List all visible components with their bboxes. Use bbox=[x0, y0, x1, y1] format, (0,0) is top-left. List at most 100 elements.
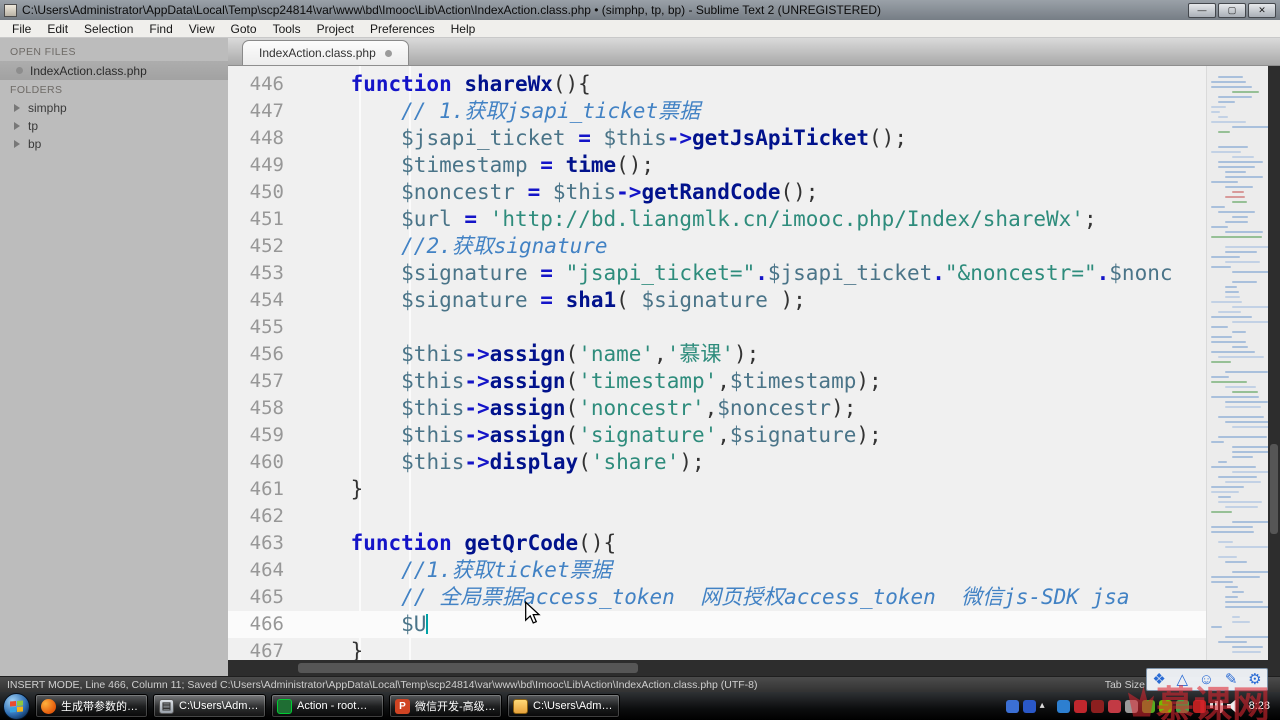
tab-size-indicator[interactable]: Tab Size bbox=[1105, 679, 1145, 691]
code-line[interactable]: 448 $jsapi_ticket = $this->getJsApiTicke… bbox=[228, 125, 1280, 152]
sidebar-item-open-file[interactable]: IndexAction.class.php bbox=[0, 61, 228, 80]
code-line[interactable]: 455 bbox=[228, 314, 1280, 341]
start-button[interactable] bbox=[3, 693, 30, 720]
code-text: //2.获取signature bbox=[300, 233, 1280, 260]
vertical-scrollbar[interactable] bbox=[1268, 66, 1280, 676]
taskbar-button-folder[interactable]: C:\Users\Administr... bbox=[507, 694, 620, 718]
tray-icon-overflow-arrow[interactable]: ▴ bbox=[1040, 700, 1053, 713]
code-line[interactable]: 463 function getQrCode(){ bbox=[228, 530, 1280, 557]
folder-expand-icon[interactable] bbox=[14, 104, 20, 112]
gear-icon[interactable]: ⚙ bbox=[1248, 672, 1261, 687]
paw-icon[interactable]: ❖ bbox=[1152, 672, 1165, 687]
taskbar-button-terminal[interactable]: Action - root@121.... bbox=[271, 694, 384, 718]
code-line[interactable]: 465 // 全局票据access_token 网页授权access_token… bbox=[228, 584, 1280, 611]
menu-item-view[interactable]: View bbox=[181, 20, 223, 38]
taskbar-button-label: Action - root@121.... bbox=[297, 700, 378, 712]
menu-item-preferences[interactable]: Preferences bbox=[362, 20, 443, 38]
tray-icon-red-app[interactable] bbox=[1108, 700, 1121, 713]
code-text: $this->assign('noncestr',$noncestr); bbox=[300, 395, 1280, 422]
sublime-icon: ▤ bbox=[159, 699, 174, 714]
maximize-button[interactable]: ▢ bbox=[1218, 3, 1246, 18]
sidebar-folder-tp[interactable]: tp bbox=[0, 117, 228, 135]
tray-icon-grid-list[interactable] bbox=[1125, 700, 1138, 713]
horizontal-scroll-thumb[interactable] bbox=[298, 663, 638, 673]
menu-bar: FileEditSelectionFindViewGotoToolsProjec… bbox=[0, 20, 1280, 38]
menu-item-edit[interactable]: Edit bbox=[39, 20, 76, 38]
triangle-a-icon[interactable]: △ bbox=[1177, 672, 1189, 687]
screen-annotation-toolbar[interactable]: ❖ △ ☺ ✎ ⚙ bbox=[1146, 668, 1268, 691]
code-line[interactable]: 446 function shareWx(){ bbox=[228, 71, 1280, 98]
text-caret bbox=[426, 614, 428, 634]
minimize-button[interactable]: — bbox=[1188, 3, 1216, 18]
menu-item-project[interactable]: Project bbox=[309, 20, 362, 38]
tab-modified-dot-icon[interactable] bbox=[385, 50, 392, 57]
menu-item-help[interactable]: Help bbox=[443, 20, 484, 38]
line-number: 465 bbox=[228, 584, 300, 611]
firefox-icon bbox=[41, 699, 56, 714]
tray-icon-media-play[interactable] bbox=[1057, 700, 1070, 713]
pen-icon[interactable]: ✎ bbox=[1225, 672, 1238, 687]
vertical-scroll-thumb[interactable] bbox=[1270, 444, 1278, 534]
taskbar-button-label: C:\Users\Administr... bbox=[179, 700, 260, 712]
folder-expand-icon[interactable] bbox=[14, 122, 20, 130]
code-text: // 全局票据access_token 网页授权access_token 微信j… bbox=[300, 584, 1280, 611]
tray-icon-speaker[interactable] bbox=[1227, 700, 1240, 713]
code-line[interactable]: 460 $this->display('share'); bbox=[228, 449, 1280, 476]
tray-icon-record[interactable] bbox=[1074, 700, 1087, 713]
status-bar: INSERT MODE, Line 466, Column 11; Saved … bbox=[0, 676, 1280, 692]
smiley-icon[interactable]: ☺ bbox=[1199, 672, 1214, 687]
code-line[interactable]: 458 $this->assign('noncestr',$noncestr); bbox=[228, 395, 1280, 422]
code-lines: 446 function shareWx(){447 // 1.获取jsapi_… bbox=[228, 71, 1280, 665]
tray-icon-help-question[interactable] bbox=[1023, 700, 1036, 713]
tray-icon-shield[interactable] bbox=[1176, 700, 1189, 713]
tray-icon-nvidia[interactable] bbox=[1159, 700, 1172, 713]
sidebar-folder-bp[interactable]: bp bbox=[0, 135, 228, 153]
code-line[interactable]: 466 $U bbox=[228, 611, 1280, 638]
line-number: 454 bbox=[228, 287, 300, 314]
taskbar-button-label: C:\Users\Administr... bbox=[533, 700, 614, 712]
code-line[interactable]: 447 // 1.获取jsapi_ticket票据 bbox=[228, 98, 1280, 125]
line-number: 447 bbox=[228, 98, 300, 125]
taskbar-button-sublime[interactable]: ▤ C:\Users\Administr... bbox=[153, 694, 266, 718]
menu-item-goto[interactable]: Goto bbox=[223, 20, 265, 38]
menu-item-selection[interactable]: Selection bbox=[76, 20, 141, 38]
taskbar-button-firefox[interactable]: 生成带参数的二维码... bbox=[35, 694, 148, 718]
code-line[interactable]: 449 $timestamp = time(); bbox=[228, 152, 1280, 179]
code-line[interactable]: 451 $url = 'http://bd.liangmlk.cn/imooc.… bbox=[228, 206, 1280, 233]
folder-expand-icon[interactable] bbox=[14, 140, 20, 148]
tray-icon-recorder[interactable] bbox=[1091, 700, 1104, 713]
code-line[interactable]: 452 //2.获取signature bbox=[228, 233, 1280, 260]
tray-icon-green-plus[interactable] bbox=[1142, 700, 1155, 713]
system-tray: ▴ 8:28 bbox=[1006, 700, 1277, 713]
tab-indexaction[interactable]: IndexAction.class.php bbox=[242, 40, 409, 65]
menu-item-find[interactable]: Find bbox=[141, 20, 180, 38]
code-line[interactable]: 462 bbox=[228, 503, 1280, 530]
sidebar-folder-simphp[interactable]: simphp bbox=[0, 99, 228, 117]
tray-icon-signal[interactable] bbox=[1210, 700, 1223, 713]
tray-icon-baidu-paw[interactable] bbox=[1006, 700, 1019, 713]
code-text: function getQrCode(){ bbox=[300, 530, 1280, 557]
status-message: INSERT MODE, Line 466, Column 11; Saved … bbox=[7, 679, 1105, 691]
code-editor[interactable]: 446 function shareWx(){447 // 1.获取jsapi_… bbox=[228, 66, 1280, 676]
line-number: 452 bbox=[228, 233, 300, 260]
menu-item-file[interactable]: File bbox=[4, 20, 39, 38]
code-line[interactable]: 454 $signature = sha1( $signature ); bbox=[228, 287, 1280, 314]
code-line[interactable]: 461 } bbox=[228, 476, 1280, 503]
code-line[interactable]: 456 $this->assign('name','慕课'); bbox=[228, 341, 1280, 368]
code-line[interactable]: 453 $signature = "jsapi_ticket=".$jsapi_… bbox=[228, 260, 1280, 287]
horizontal-scrollbar[interactable] bbox=[228, 660, 1268, 676]
code-line[interactable]: 459 $this->assign('signature',$signature… bbox=[228, 422, 1280, 449]
line-number: 446 bbox=[228, 71, 300, 98]
code-line[interactable]: 464 //1.获取ticket票据 bbox=[228, 557, 1280, 584]
line-number: 455 bbox=[228, 314, 300, 341]
tray-icon-battery[interactable] bbox=[1193, 700, 1206, 713]
taskbar-clock[interactable]: 8:28 bbox=[1249, 700, 1270, 712]
code-text: $this->assign('name','慕课'); bbox=[300, 341, 1280, 368]
close-button[interactable]: ✕ bbox=[1248, 3, 1276, 18]
menu-item-tools[interactable]: Tools bbox=[265, 20, 309, 38]
code-line[interactable]: 450 $noncestr = $this->getRandCode(); bbox=[228, 179, 1280, 206]
code-line[interactable]: 457 $this->assign('timestamp',$timestamp… bbox=[228, 368, 1280, 395]
minimap[interactable] bbox=[1206, 66, 1268, 660]
taskbar-button-powerpoint[interactable]: P微信开发-高级篇.pp... bbox=[389, 694, 502, 718]
line-number: 448 bbox=[228, 125, 300, 152]
